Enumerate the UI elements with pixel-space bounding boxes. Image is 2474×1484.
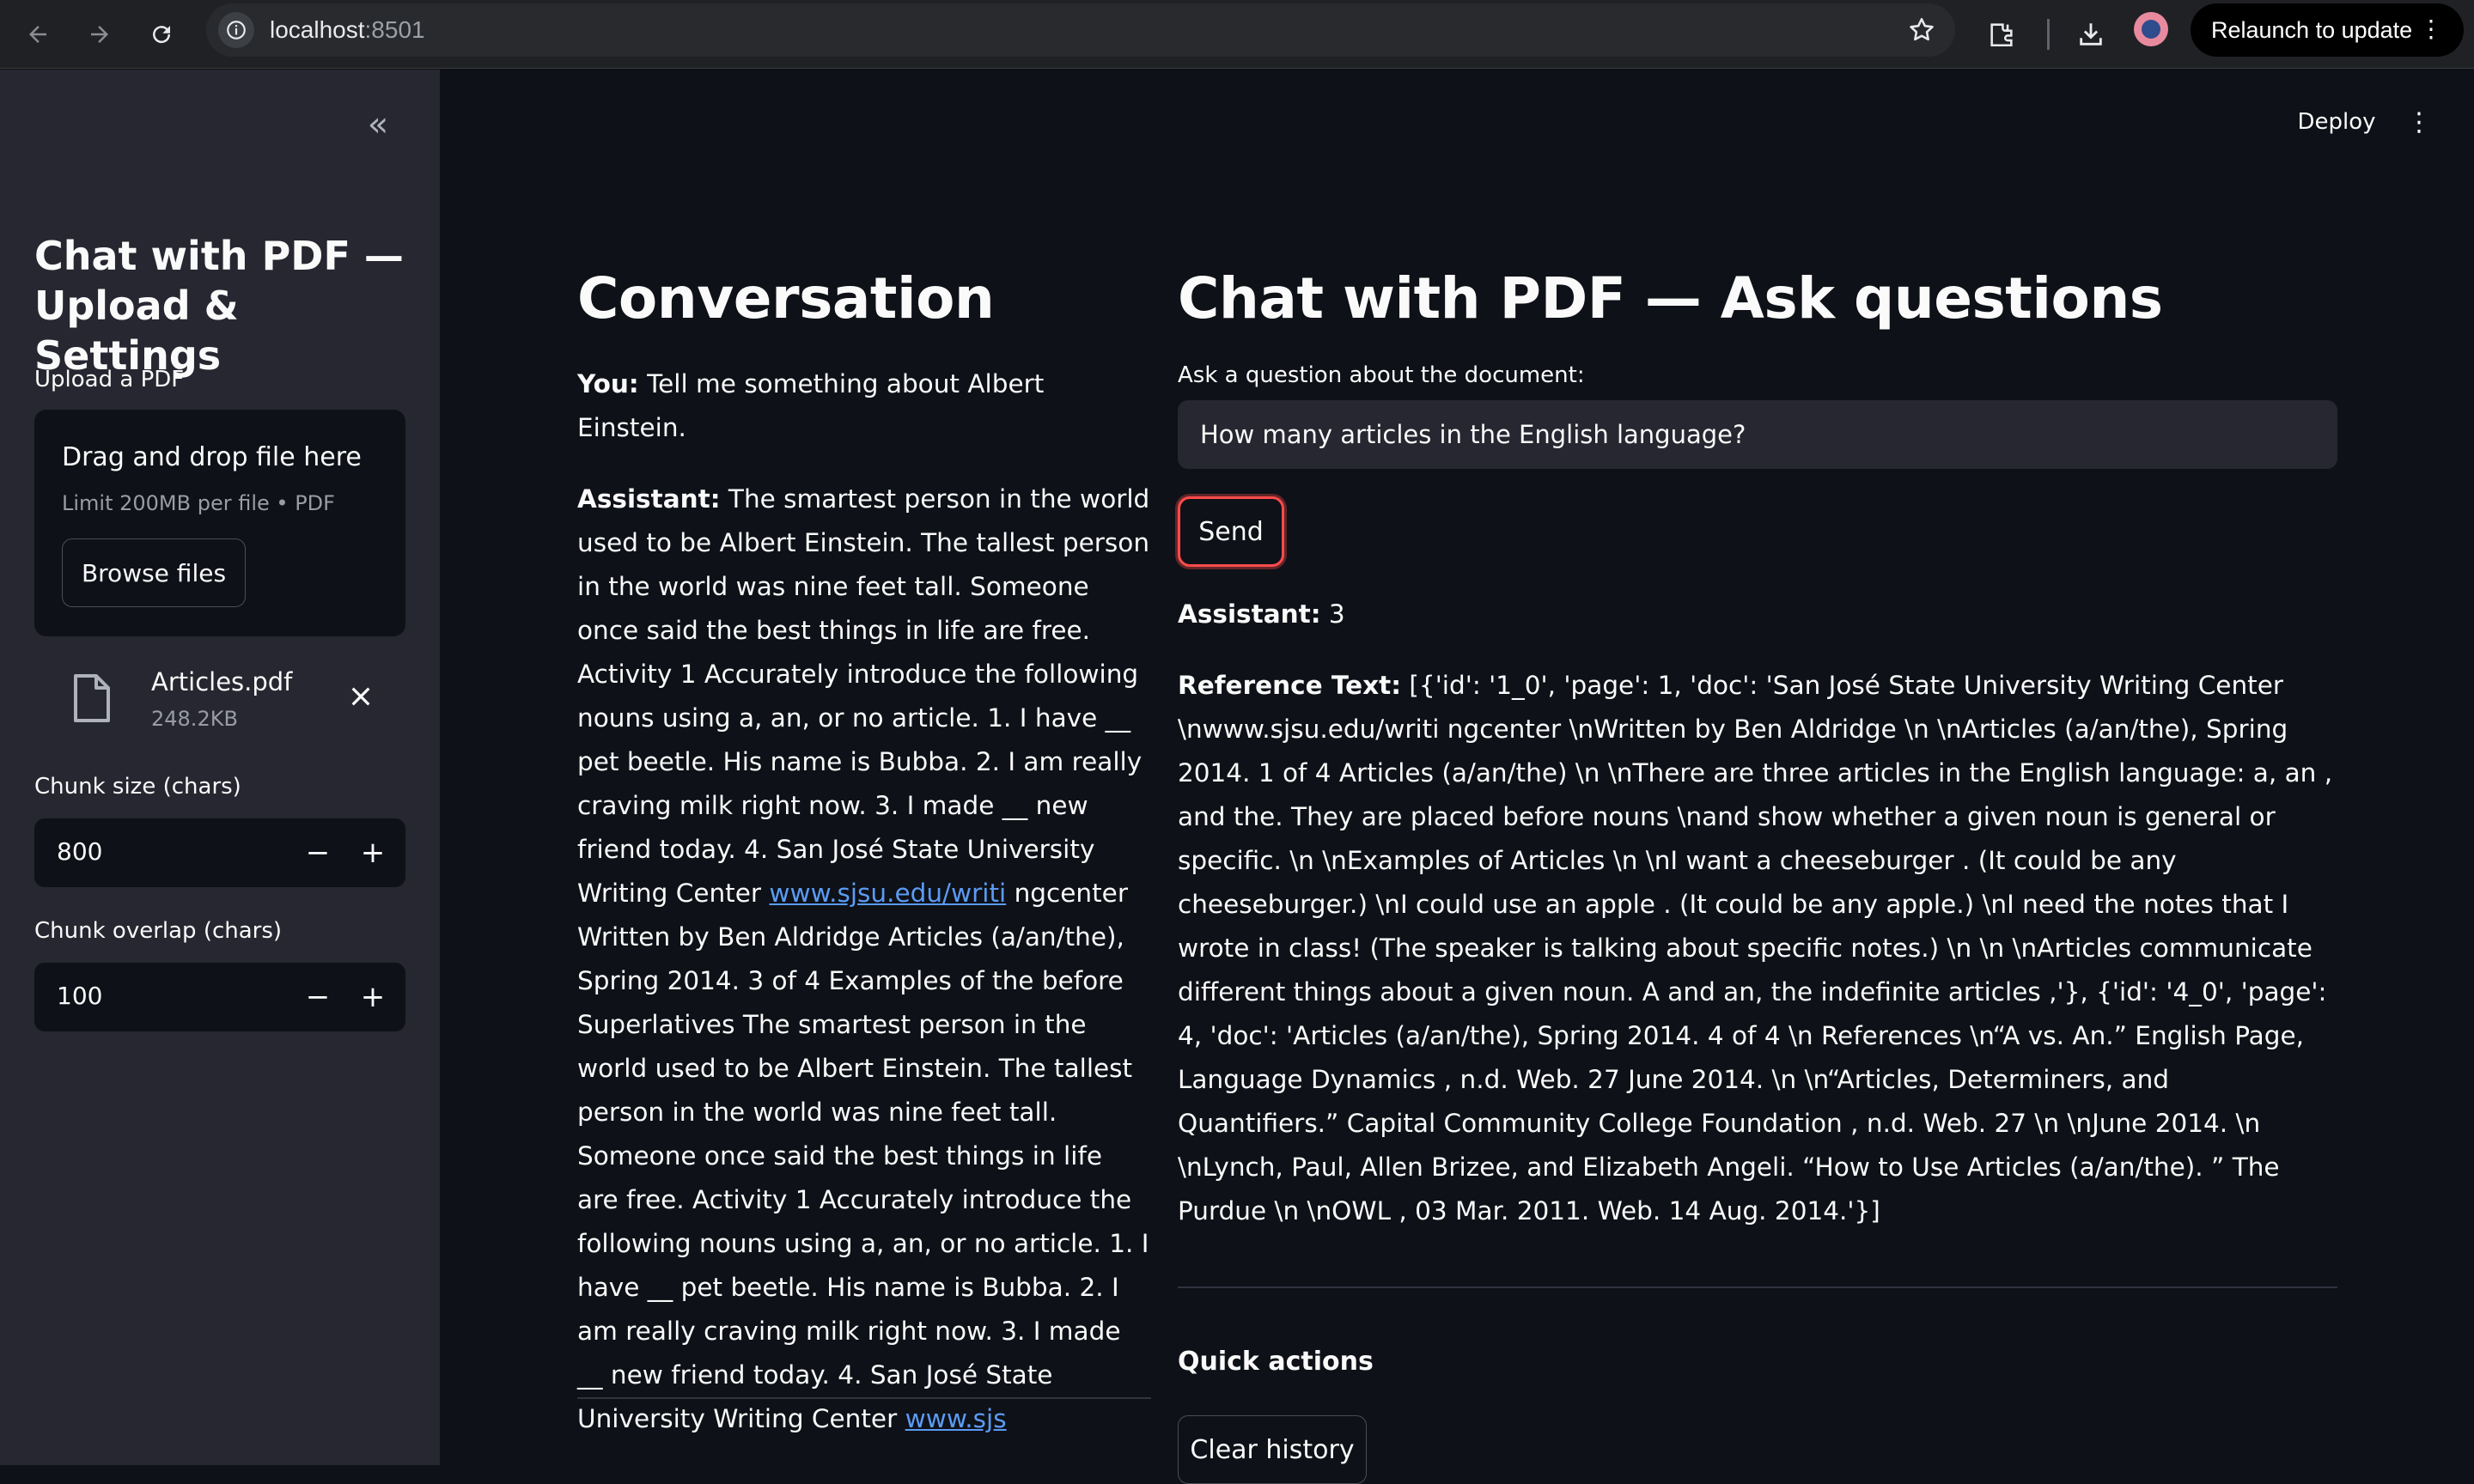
main-menu-icon[interactable]: ⋮ <box>2405 103 2433 141</box>
file-dropzone[interactable]: Drag and drop file here Limit 200MB per … <box>34 410 405 636</box>
collapse-sidebar-icon[interactable]: « <box>357 104 399 145</box>
user-label: You: <box>577 369 639 398</box>
assistant-message-text: The smartest person in the world used to… <box>577 484 1150 908</box>
chunk-overlap-label: Chunk overlap (chars) <box>34 918 283 944</box>
clear-history-button[interactable]: Clear history <box>1178 1415 1367 1484</box>
file-name: Articles.pdf <box>151 667 293 696</box>
reference-content: [{'id': '1_0', 'page': 1, 'doc': 'San Jo… <box>1178 671 2333 1226</box>
send-button[interactable]: Send <box>1178 496 1284 567</box>
answer-label: Assistant: <box>1178 599 1321 629</box>
chunk-overlap-increment-button[interactable]: + <box>352 976 393 1018</box>
assistant-answer: Assistant: 3 <box>1178 593 2337 636</box>
question-input[interactable]: How many articles in the English languag… <box>1178 400 2337 469</box>
chunk-overlap-stepper[interactable]: 100 − + <box>34 963 405 1031</box>
site-info-icon[interactable] <box>218 12 254 48</box>
deploy-button[interactable]: Deploy <box>2285 103 2388 141</box>
answer-value: 3 <box>1328 599 1345 629</box>
upload-label: Upload a PDF <box>34 367 185 392</box>
download-icon[interactable] <box>2069 12 2113 57</box>
reference-text: Reference Text: [{'id': '1_0', 'page': 1… <box>1178 664 2337 1233</box>
browser-toolbar: localhost:8501 Relaunch to update ⋮ <box>0 0 2474 69</box>
chunk-size-label: Chunk size (chars) <box>34 774 241 800</box>
assistant-link-truncated[interactable]: www.sjs <box>905 1404 1007 1433</box>
back-icon[interactable] <box>15 12 60 57</box>
browser-menu-icon[interactable]: ⋮ <box>2419 17 2443 41</box>
chunk-size-decrement-button[interactable]: − <box>297 832 338 873</box>
assistant-message: Assistant: The smartest person in the wo… <box>577 477 1151 1441</box>
address-bar[interactable]: localhost:8501 <box>206 3 1955 57</box>
chunk-overlap-value[interactable]: 100 <box>57 982 102 1010</box>
profile-avatar[interactable] <box>2134 12 2168 46</box>
chat-panel: Chat with PDF — Ask questions Ask a ques… <box>1178 258 2337 1233</box>
question-label: Ask a question about the document: <box>1178 362 1585 388</box>
dropzone-limit: Limit 200MB per file • PDF <box>62 491 335 515</box>
chunk-size-stepper[interactable]: 800 − + <box>34 818 405 887</box>
reload-icon[interactable] <box>139 12 184 57</box>
extensions-icon[interactable] <box>1979 12 2024 57</box>
assistant-label: Assistant: <box>577 484 721 514</box>
file-size: 248.2KB <box>151 707 238 731</box>
user-message: You: Tell me something about Albert Eins… <box>577 362 1151 450</box>
dropzone-title: Drag and drop file here <box>62 442 362 472</box>
reference-label: Reference Text: <box>1178 671 1402 700</box>
file-icon <box>74 674 110 722</box>
uploaded-file: Articles.pdf 248.2KB <box>34 650 405 745</box>
assistant-link[interactable]: www.sjsu.edu/writi <box>769 879 1006 908</box>
chunk-size-increment-button[interactable]: + <box>352 832 393 873</box>
assistant-message-text-cont: ngcenter Written by Ben Aldridge Article… <box>577 879 1149 1433</box>
chat-heading: Chat with PDF — Ask questions <box>1178 265 2163 331</box>
chunk-size-value[interactable]: 800 <box>57 837 102 866</box>
remove-file-icon[interactable] <box>340 676 381 717</box>
url-text: localhost:8501 <box>270 16 425 43</box>
conversation-panel: Conversation You: Tell me something abou… <box>577 258 1151 1441</box>
conversation-heading: Conversation <box>577 265 995 331</box>
chunk-overlap-decrement-button[interactable]: − <box>297 976 338 1018</box>
browse-files-button[interactable]: Browse files <box>62 538 246 607</box>
bookmark-star-icon[interactable] <box>1907 15 1936 45</box>
sidebar: « Chat with PDF — Upload & Settings Uplo… <box>0 70 440 1465</box>
toolbar-separator <box>2047 19 2050 50</box>
conversation-divider <box>577 1397 1151 1399</box>
user-message-text: Tell me something about Albert Einstein. <box>577 369 1045 442</box>
quick-actions-heading: Quick actions <box>1178 1347 1374 1377</box>
chat-divider <box>1178 1286 2337 1288</box>
sidebar-title: Chat with PDF — Upload & Settings <box>34 233 404 379</box>
relaunch-button[interactable]: Relaunch to update ⋮ <box>2191 3 2464 57</box>
forward-icon[interactable] <box>77 12 122 57</box>
